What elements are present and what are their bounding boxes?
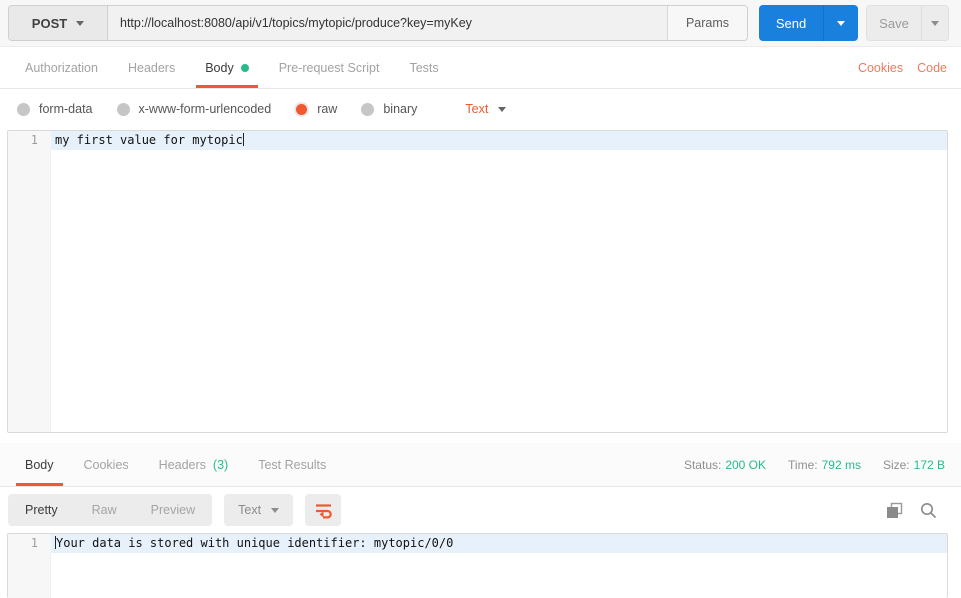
status-value: 200 OK bbox=[725, 457, 767, 472]
cookies-link[interactable]: Cookies bbox=[858, 61, 903, 75]
copy-icon bbox=[887, 502, 903, 518]
response-tab-cookies[interactable]: Cookies bbox=[69, 443, 144, 486]
request-tabs: Authorization Headers Body Pre-request S… bbox=[0, 48, 961, 89]
editor-line: 1 Your data is stored with unique identi… bbox=[8, 534, 947, 553]
line-content: my first value for mytopic bbox=[51, 131, 947, 150]
chevron-down-icon bbox=[271, 507, 280, 513]
mode-x-www-form-urlencoded[interactable]: x-www-form-urlencoded bbox=[116, 102, 272, 116]
headers-count-badge: (3) bbox=[212, 457, 229, 472]
line-text: Your data is stored with unique identifi… bbox=[56, 536, 454, 550]
wrap-text-button[interactable] bbox=[305, 494, 342, 526]
size-badge: Size: 172 B bbox=[883, 458, 945, 472]
method-select[interactable]: POST bbox=[9, 6, 108, 40]
wrap-text-icon bbox=[315, 503, 332, 518]
format-label: Text bbox=[238, 503, 262, 517]
save-button[interactable]: Save bbox=[867, 6, 921, 40]
view-tab-preview[interactable]: Preview bbox=[134, 494, 212, 526]
request-tabs-right: Cookies Code bbox=[858, 48, 951, 88]
code-link[interactable]: Code bbox=[917, 61, 947, 75]
tab-label: Headers bbox=[127, 61, 176, 75]
mode-label: x-www-form-urlencoded bbox=[138, 102, 272, 116]
mode-raw[interactable]: raw bbox=[295, 102, 337, 116]
mode-label: binary bbox=[383, 102, 418, 116]
editor-line: 1 my first value for mytopic bbox=[8, 131, 947, 150]
raw-format-select[interactable]: Text bbox=[465, 102, 507, 116]
view-tab-pretty[interactable]: Pretty bbox=[8, 494, 75, 526]
time-value: 792 ms bbox=[821, 457, 861, 472]
tab-label: Cookies bbox=[83, 457, 129, 472]
tab-label: Pre-request Script bbox=[278, 61, 380, 75]
tab-headers[interactable]: Headers bbox=[113, 48, 190, 88]
response-meta: Status: 200 OK Time: 792 ms Size: 172 B bbox=[684, 443, 951, 486]
chevron-down-icon bbox=[498, 106, 507, 112]
send-button[interactable]: Send bbox=[759, 5, 823, 41]
tab-pre-request-script[interactable]: Pre-request Script bbox=[264, 48, 395, 88]
response-body-editor[interactable]: 1 Your data is stored with unique identi… bbox=[7, 533, 948, 598]
text-cursor bbox=[242, 133, 244, 146]
time-label: Time: bbox=[788, 457, 818, 472]
response-format-select[interactable]: Text bbox=[224, 494, 294, 526]
method-label: POST bbox=[31, 15, 68, 31]
search-response-button[interactable] bbox=[920, 502, 937, 519]
line-content: Your data is stored with unique identifi… bbox=[51, 534, 947, 553]
view-tab-raw[interactable]: Raw bbox=[75, 494, 134, 526]
response-toolbar-right bbox=[886, 502, 953, 519]
chevron-down-icon bbox=[931, 20, 939, 26]
send-split-button: Send bbox=[759, 5, 858, 41]
search-icon bbox=[921, 502, 937, 518]
mode-form-data[interactable]: form-data bbox=[17, 102, 93, 116]
save-split-button: Save bbox=[866, 5, 949, 41]
line-number: 1 bbox=[8, 131, 51, 150]
response-tab-headers[interactable]: Headers (3) bbox=[144, 443, 244, 486]
status-badge: Status: 200 OK bbox=[684, 458, 766, 472]
tab-tests[interactable]: Tests bbox=[394, 48, 453, 88]
params-button[interactable]: Params bbox=[667, 6, 747, 40]
mode-label: form-data bbox=[39, 102, 93, 116]
url-input[interactable]: http://localhost:8080/api/v1/topics/myto… bbox=[108, 6, 667, 40]
chevron-down-icon bbox=[837, 20, 845, 26]
mode-binary[interactable]: binary bbox=[361, 102, 417, 116]
save-dropdown-button[interactable] bbox=[921, 6, 948, 40]
response-tab-body[interactable]: Body bbox=[10, 443, 69, 486]
tab-authorization[interactable]: Authorization bbox=[10, 48, 113, 88]
tab-label: Body bbox=[205, 61, 234, 75]
postman-window: POST http://localhost:8080/api/v1/topics… bbox=[0, 0, 961, 598]
chevron-down-icon bbox=[76, 20, 85, 26]
status-label: Status: bbox=[683, 457, 722, 472]
size-label: Size: bbox=[882, 457, 910, 472]
tab-label: Body bbox=[25, 457, 54, 472]
editor-gutter bbox=[8, 131, 51, 432]
request-body-editor[interactable]: 1 my first value for mytopic bbox=[7, 130, 948, 433]
tab-label: Tests bbox=[409, 61, 439, 75]
time-badge: Time: 792 ms bbox=[788, 458, 861, 472]
response-toolbar: Pretty Raw Preview Text bbox=[0, 488, 961, 532]
radio-icon bbox=[116, 102, 130, 116]
radio-icon bbox=[361, 102, 375, 116]
radio-icon bbox=[17, 102, 30, 116]
size-value: 172 B bbox=[913, 457, 945, 472]
request-bar: POST http://localhost:8080/api/v1/topics… bbox=[0, 0, 961, 47]
radio-selected-icon bbox=[296, 103, 308, 115]
line-text: my first value for mytopic bbox=[55, 133, 243, 147]
tab-body[interactable]: Body bbox=[190, 48, 264, 88]
line-number: 1 bbox=[8, 534, 51, 553]
url-group: POST http://localhost:8080/api/v1/topics… bbox=[8, 5, 748, 41]
copy-response-button[interactable] bbox=[886, 502, 903, 519]
tab-label: Test Results bbox=[258, 457, 327, 472]
response-tabs: Body Cookies Headers (3) Test Results St… bbox=[0, 443, 961, 487]
url-text: http://localhost:8080/api/v1/topics/myto… bbox=[120, 16, 472, 30]
response-tab-test-results[interactable]: Test Results bbox=[243, 443, 341, 486]
body-present-dot-icon bbox=[240, 64, 249, 72]
body-mode-row: form-data x-www-form-urlencoded raw bina… bbox=[0, 90, 961, 128]
format-label: Text bbox=[465, 102, 489, 116]
response-view-switch: Pretty Raw Preview bbox=[8, 494, 213, 526]
mode-label: raw bbox=[317, 102, 338, 116]
send-dropdown-button[interactable] bbox=[823, 5, 858, 41]
tab-label: Headers bbox=[158, 457, 206, 472]
tab-label: Authorization bbox=[25, 61, 98, 75]
